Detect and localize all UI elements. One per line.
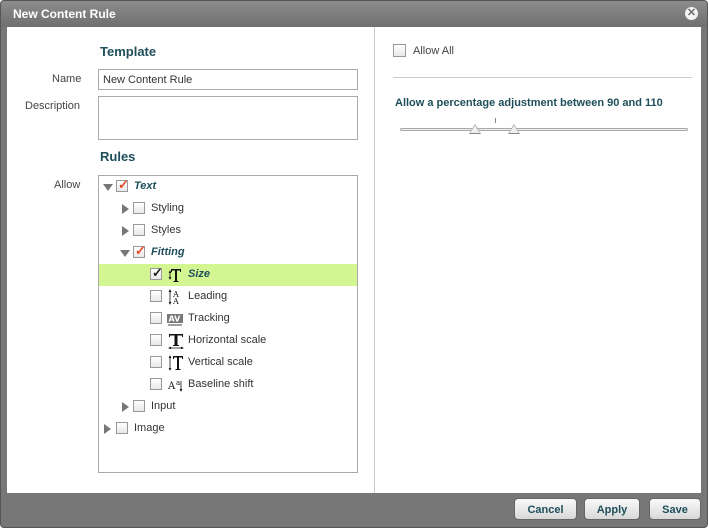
tree-node-text[interactable]: ✓ Text xyxy=(99,176,357,198)
horizontal-scale-checkbox[interactable] xyxy=(150,334,162,346)
svg-text:AV: AV xyxy=(169,315,182,324)
expand-arrow-icon[interactable] xyxy=(122,204,129,214)
tree-node-vertical-scale[interactable]: Vertical scale xyxy=(99,352,357,374)
tree-node-input[interactable]: Input xyxy=(99,396,357,418)
fitting-checkbox[interactable]: ✓ xyxy=(133,243,146,258)
svg-text:A: A xyxy=(172,297,179,305)
tree-node-label: Styles xyxy=(151,224,181,236)
leading-icon: A A xyxy=(168,289,179,305)
expand-arrow-icon[interactable] xyxy=(122,226,129,236)
tree-node-label: Horizontal scale xyxy=(188,334,267,346)
checkmark-icon: ✓ xyxy=(135,243,146,258)
input-checkbox[interactable] xyxy=(133,400,145,412)
image-checkbox[interactable] xyxy=(116,422,128,434)
name-field[interactable] xyxy=(98,69,358,90)
tree-node-label: Baseline shift xyxy=(188,378,254,390)
tree-node-label: Tracking xyxy=(188,312,230,324)
vertical-scale-checkbox[interactable] xyxy=(150,356,162,368)
allow-label: Allow xyxy=(54,179,81,191)
tree-node-label: Vertical scale xyxy=(188,356,253,368)
apply-button[interactable]: Apply xyxy=(584,498,640,520)
svg-text:A: A xyxy=(168,381,176,392)
tracking-checkbox[interactable] xyxy=(150,312,162,324)
slider-min-handle[interactable] xyxy=(469,124,481,134)
template-heading: Template xyxy=(100,44,157,59)
name-label: Name xyxy=(52,73,82,85)
dialog-title: New Content Rule xyxy=(13,7,116,21)
collapse-arrow-icon[interactable] xyxy=(103,184,113,191)
allow-all-label: Allow All xyxy=(413,45,454,57)
collapse-arrow-icon[interactable] xyxy=(120,250,130,257)
tree-node-baseline-shift[interactable]: A a Baseline shift xyxy=(99,374,357,396)
tree-node-label: Styling xyxy=(151,202,185,214)
cancel-button[interactable]: Cancel xyxy=(514,498,577,520)
styling-checkbox[interactable] xyxy=(133,202,145,214)
save-button[interactable]: Save xyxy=(649,498,701,520)
percentage-range-slider[interactable] xyxy=(400,128,688,131)
tree-node-styling[interactable]: Styling xyxy=(99,198,357,220)
panel-divider xyxy=(374,27,375,493)
section-divider xyxy=(393,77,692,78)
baseline-shift-icon: A a xyxy=(168,379,183,392)
tree-node-label: Fitting xyxy=(151,246,185,258)
tree-node-fitting[interactable]: ✓ Fitting xyxy=(99,242,357,264)
tree-node-label: Size xyxy=(188,268,211,280)
tree-node-leading[interactable]: A A Leading xyxy=(99,286,357,308)
expand-arrow-icon[interactable] xyxy=(104,424,111,434)
content-rule-dialog: New Content Rule ✕ Template Name Descrip… xyxy=(0,0,708,528)
description-label: Description xyxy=(25,100,81,112)
checkmark-icon: ✓ xyxy=(118,177,129,192)
horizontal-scale-icon xyxy=(168,334,184,349)
svg-text:a: a xyxy=(176,379,180,387)
slider-center-tick xyxy=(495,118,496,123)
allow-all-checkbox[interactable] xyxy=(393,44,406,57)
text-size-icon xyxy=(168,269,181,282)
slider-max-handle[interactable] xyxy=(508,124,520,134)
tree-node-label: Input xyxy=(151,400,176,412)
percentage-adjustment-text: Allow a percentage adjustment between 90… xyxy=(395,97,663,109)
dialog-body: Template Name Description Rules Allow ✓ … xyxy=(7,27,701,493)
tree-node-size[interactable]: ✓ Size xyxy=(99,264,357,286)
tree-node-image[interactable]: Image xyxy=(99,418,357,440)
description-field[interactable] xyxy=(98,96,358,140)
dialog-titlebar: New Content Rule ✕ xyxy=(1,1,707,27)
tracking-icon: AV xyxy=(167,314,183,326)
checkmark-icon: ✓ xyxy=(152,265,163,280)
tree-node-label: Text xyxy=(134,180,157,192)
baseline-shift-checkbox[interactable] xyxy=(150,378,162,390)
close-icon[interactable]: ✕ xyxy=(685,7,698,20)
tree-node-tracking[interactable]: AV Tracking xyxy=(99,308,357,330)
vertical-scale-icon xyxy=(168,355,183,371)
text-checkbox[interactable]: ✓ xyxy=(116,177,129,192)
tree-node-horizontal-scale[interactable]: Horizontal scale xyxy=(99,330,357,352)
expand-arrow-icon[interactable] xyxy=(122,402,129,412)
tree-node-label: Image xyxy=(134,422,165,434)
tree-node-styles[interactable]: Styles xyxy=(99,220,357,242)
rules-tree[interactable]: ✓ Text Styling Styles ✓ Fitting ✓ Size A… xyxy=(98,175,358,473)
tree-node-label: Leading xyxy=(188,290,228,302)
styles-checkbox[interactable] xyxy=(133,224,145,236)
leading-checkbox[interactable] xyxy=(150,290,162,302)
rules-heading: Rules xyxy=(100,149,136,164)
size-checkbox[interactable]: ✓ xyxy=(150,265,163,280)
